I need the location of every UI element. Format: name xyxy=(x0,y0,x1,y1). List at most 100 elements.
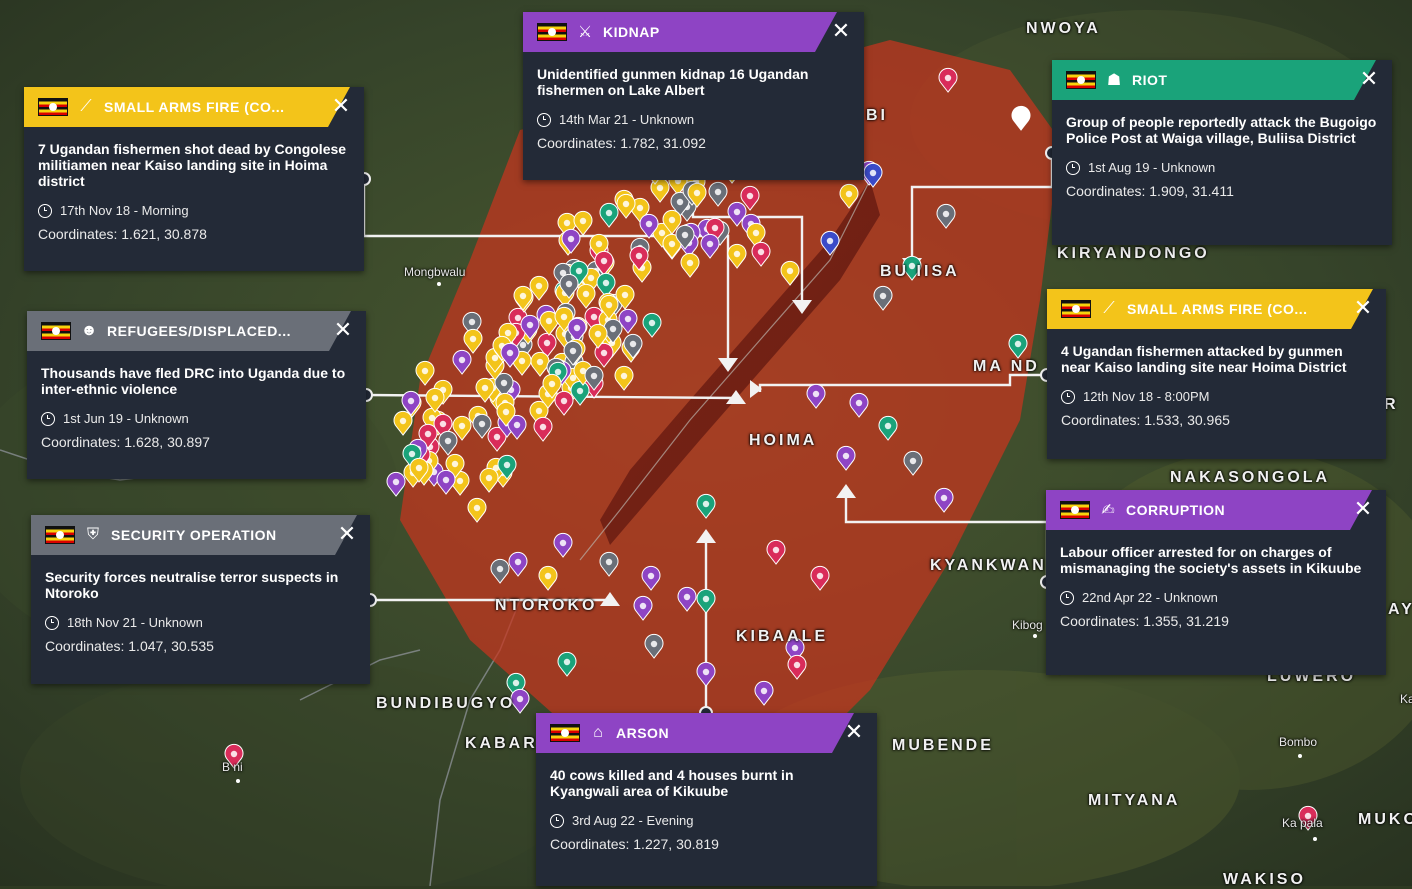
event-card-corruption[interactable]: ✍ CORRUPTION ✕ Labour officer arrested f… xyxy=(1046,490,1386,675)
category-label: SMALL ARMS FIRE (CO... xyxy=(104,99,285,115)
town-dot xyxy=(437,282,441,286)
card-header: ⟋ SMALL ARMS FIRE (CO... ✕ xyxy=(24,87,364,127)
town-dot xyxy=(236,779,240,783)
category-tab: ☻ REFUGEES/DISPLACED... xyxy=(27,311,351,351)
event-card-refugees[interactable]: ☻ REFUGEES/DISPLACED... ✕ Thousands have… xyxy=(27,311,366,479)
place-label-bombo: Bombo xyxy=(1279,735,1318,749)
close-icon[interactable]: ✕ xyxy=(330,95,352,117)
event-title: 4 Ugandan fishermen attacked by gunmen n… xyxy=(1061,343,1347,375)
category-tab: ⚔ KIDNAP xyxy=(523,12,837,52)
category-tab: ⟋ SMALL ARMS FIRE (CO... xyxy=(24,87,350,127)
uganda-flag-icon xyxy=(1060,501,1090,519)
card-header: ☗ RIOT ✕ xyxy=(1052,60,1392,100)
clock-icon xyxy=(1061,389,1075,404)
town-dot xyxy=(1033,634,1037,638)
event-time: 17th Nov 18 - Morning xyxy=(38,203,350,218)
event-coordinates: Coordinates: 1.782, 31.092 xyxy=(537,135,706,151)
event-time: 1st Aug 19 - Unknown xyxy=(1066,160,1378,175)
event-time-text: 12th Nov 18 - 8:00PM xyxy=(1083,389,1210,404)
category-label: RIOT xyxy=(1132,72,1168,88)
card-header: ⟋ SMALL ARMS FIRE (CO... ✕ xyxy=(1047,289,1386,329)
close-icon[interactable]: ✕ xyxy=(830,20,852,42)
place-label-kibaale: KIBAALE xyxy=(736,628,829,645)
place-label-bi: BI xyxy=(866,107,888,124)
event-time-text: 22nd Apr 22 - Unknown xyxy=(1082,590,1218,605)
card-header: ☻ REFUGEES/DISPLACED... ✕ xyxy=(27,311,366,351)
event-time-text: 17th Nov 18 - Morning xyxy=(60,203,189,218)
place-label-mubende: MUBENDE xyxy=(892,737,994,754)
place-label-hoima: HOIMA xyxy=(749,432,818,449)
event-time: 18th Nov 21 - Unknown xyxy=(45,615,356,630)
event-time-text: 14th Mar 21 - Unknown xyxy=(559,112,695,127)
event-card-saf1[interactable]: ⟋ SMALL ARMS FIRE (CO... ✕ 7 Ugandan fis… xyxy=(24,87,364,271)
uganda-flag-icon xyxy=(1066,71,1096,89)
uganda-flag-icon xyxy=(45,526,75,544)
clock-icon xyxy=(537,112,551,127)
uganda-flag-icon xyxy=(38,98,68,116)
place-label-nakasongola: NAKASONGOLA xyxy=(1170,469,1331,486)
event-time-text: 18th Nov 21 - Unknown xyxy=(67,615,203,630)
place-label-mongbwalu: Mongbwalu xyxy=(404,265,466,279)
place-label-r: R xyxy=(1384,396,1399,413)
event-card-arson[interactable]: ⌂ ARSON ✕ 40 cows killed and 4 houses bu… xyxy=(536,713,877,886)
category-label: SMALL ARMS FIRE (CO... xyxy=(1127,301,1308,317)
clock-icon xyxy=(41,411,55,426)
place-label-wakiso: WAKISO xyxy=(1223,871,1306,888)
uganda-flag-icon xyxy=(41,322,71,340)
place-label-beni: B ni xyxy=(222,760,243,774)
place-label-nwoya: NWOYA xyxy=(1026,20,1101,37)
event-title: Thousands have fled DRC into Uganda due … xyxy=(41,365,346,397)
town-dot xyxy=(1298,754,1302,758)
close-icon[interactable]: ✕ xyxy=(332,319,354,341)
event-coordinates: Coordinates: 1.227, 30.819 xyxy=(550,836,719,852)
close-icon[interactable]: ✕ xyxy=(1358,68,1380,90)
category-label: SECURITY OPERATION xyxy=(111,527,277,543)
event-time: 3rd Aug 22 - Evening xyxy=(550,813,863,828)
card-header: ✍ CORRUPTION ✕ xyxy=(1046,490,1386,530)
place-label-kiryandongo: KIRYANDONGO xyxy=(1057,245,1210,262)
card-header: ⌂ ARSON ✕ xyxy=(536,713,877,753)
close-icon[interactable]: ✕ xyxy=(1352,498,1374,520)
event-card-security[interactable]: ⛨ SECURITY OPERATION ✕ Security forces n… xyxy=(31,515,370,684)
uganda-flag-icon xyxy=(1061,300,1091,318)
event-coordinates: Coordinates: 1.047, 30.535 xyxy=(45,638,214,654)
rifle-icon: ⟋ xyxy=(1103,300,1115,317)
clock-icon xyxy=(1060,590,1074,605)
event-coordinates: Coordinates: 1.621, 30.878 xyxy=(38,226,207,242)
place-label-bundibugyo: BUNDIBUGYO xyxy=(376,695,516,712)
event-card-saf2[interactable]: ⟋ SMALL ARMS FIRE (CO... ✕ 4 Ugandan fis… xyxy=(1047,289,1386,459)
place-label-kampala: Ka pala xyxy=(1282,816,1323,830)
category-tab: ☗ RIOT xyxy=(1052,60,1376,100)
event-time: 22nd Apr 22 - Unknown xyxy=(1060,590,1372,605)
uganda-flag-icon xyxy=(550,724,580,742)
category-tab: ⟋ SMALL ARMS FIRE (CO... xyxy=(1047,289,1373,329)
town-dot xyxy=(1313,837,1317,841)
event-title: 7 Ugandan fishermen shot dead by Congole… xyxy=(38,141,347,189)
category-label: REFUGEES/DISPLACED... xyxy=(107,323,291,339)
kidnap-icon: ⚔ xyxy=(577,24,593,41)
close-icon[interactable]: ✕ xyxy=(1352,297,1374,319)
category-tab: ⛨ SECURITY OPERATION xyxy=(31,515,357,555)
event-title: 40 cows killed and 4 houses burnt in Kya… xyxy=(550,767,794,799)
place-label-buliisa: BU IISA xyxy=(880,263,960,280)
place-label-kabarole: KABAR xyxy=(465,735,538,752)
rifle-icon: ⟋ xyxy=(80,98,92,115)
close-icon[interactable]: ✕ xyxy=(843,721,865,743)
place-label-ntoroko: NTOROKO xyxy=(495,597,598,614)
place-label-ka: Ka xyxy=(1400,692,1412,706)
close-icon[interactable]: ✕ xyxy=(336,523,358,545)
category-tab: ✍ CORRUPTION xyxy=(1046,490,1372,530)
place-label-ay: AY xyxy=(1388,601,1412,618)
event-title: Security forces neutralise terror suspec… xyxy=(45,569,339,601)
event-card-riot[interactable]: ☗ RIOT ✕ Group of people reportedly atta… xyxy=(1052,60,1392,245)
event-card-kidnap[interactable]: ⚔ KIDNAP ✕ Unidentified gunmen kidnap 16… xyxy=(523,12,864,180)
event-title: Unidentified gunmen kidnap 16 Ugandan fi… xyxy=(537,66,809,98)
event-coordinates: Coordinates: 1.909, 31.411 xyxy=(1066,183,1234,199)
event-time-text: 1st Aug 19 - Unknown xyxy=(1088,160,1216,175)
event-time-text: 3rd Aug 22 - Evening xyxy=(572,813,694,828)
place-label-mukono: MUKO xyxy=(1358,811,1412,828)
place-label-kyankwanzi: KYANKWAN xyxy=(930,557,1047,574)
handshake-icon: ✍ xyxy=(1101,502,1115,519)
event-coordinates: Coordinates: 1.533, 30.965 xyxy=(1061,412,1230,428)
clock-icon xyxy=(550,813,564,828)
